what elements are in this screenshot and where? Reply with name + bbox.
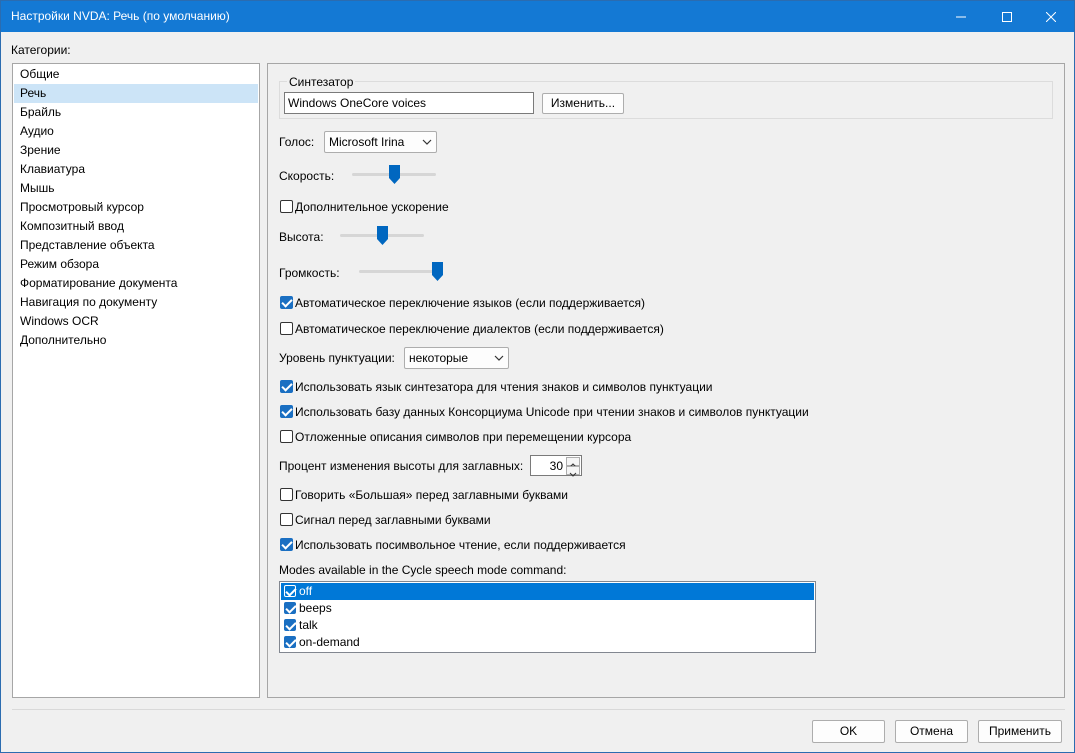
apply-button[interactable]: Применить <box>978 720 1062 743</box>
category-item[interactable]: Аудио <box>14 122 258 141</box>
cap-pitch-label: Процент изменения высоты для заглавных: <box>279 459 524 473</box>
category-item[interactable]: Навигация по документу <box>14 293 258 312</box>
maximize-button[interactable] <box>984 1 1030 32</box>
spin-up-button[interactable] <box>566 457 580 468</box>
mode-item[interactable]: off <box>281 583 814 600</box>
delayed-descriptions-checkbox[interactable] <box>280 430 293 443</box>
rate-slider[interactable] <box>352 165 436 185</box>
close-icon <box>1046 11 1056 22</box>
synth-symbols-label: Использовать язык синтезатора для чтения… <box>295 380 713 394</box>
mode-item[interactable]: on-demand <box>281 634 814 651</box>
minimize-button[interactable] <box>938 1 984 32</box>
categories-list[interactable]: Общие Речь Брайль Аудио Зрение Клавиатура Мышь… <box>12 63 260 698</box>
volume-slider[interactable] <box>359 262 443 282</box>
auto-language-checkbox[interactable] <box>280 296 293 309</box>
close-button[interactable] <box>1028 1 1074 32</box>
categories-label: Категории: <box>11 43 71 57</box>
voice-combo[interactable]: Microsoft Irina <box>324 131 437 153</box>
beep-cap-label: Сигнал перед заглавными буквами <box>295 513 491 527</box>
cap-pitch-value: 30 <box>549 459 563 473</box>
spelling-label: Использовать посимвольное чтение, если п… <box>295 538 626 552</box>
auto-dialect-label: Автоматическое переключение диалектов (е… <box>295 322 664 336</box>
beep-cap-checkbox[interactable] <box>280 513 293 526</box>
chevron-down-icon <box>494 355 504 361</box>
category-item[interactable]: Форматирование документа <box>14 274 258 293</box>
volume-label: Громкость: <box>279 266 340 280</box>
volume-slider-track <box>359 270 443 273</box>
synth-group-label: Синтезатор <box>287 75 356 89</box>
delayed-descriptions-label: Отложенные описания символов при перемещ… <box>295 430 632 444</box>
mode-checkbox[interactable] <box>284 619 296 631</box>
synth-name-field[interactable]: Windows OneCore voices <box>284 92 534 114</box>
rate-slider-thumb[interactable] <box>389 165 400 184</box>
category-item[interactable]: Зрение <box>14 141 258 160</box>
window-title: Настройки NVDA: Речь (по умолчанию) <box>11 9 230 23</box>
category-item[interactable]: Мышь <box>14 179 258 198</box>
category-item[interactable]: Windows OCR <box>14 312 258 331</box>
say-cap-checkbox[interactable] <box>280 488 293 501</box>
spin-down-button[interactable] <box>566 466 580 477</box>
chevron-down-icon <box>569 472 577 477</box>
mode-item[interactable]: beeps <box>281 600 814 617</box>
category-item[interactable]: Дополнительно <box>14 331 258 350</box>
spelling-checkbox[interactable] <box>280 538 293 551</box>
unicode-cldr-checkbox[interactable] <box>280 405 293 418</box>
mode-item[interactable]: talk <box>281 617 814 634</box>
rate-boost-label: Дополнительное ускорение <box>295 200 449 214</box>
mode-checkbox[interactable] <box>284 636 296 648</box>
pitch-slider[interactable] <box>340 226 424 246</box>
change-synth-button[interactable]: Изменить... <box>542 93 624 114</box>
category-item[interactable]: Клавиатура <box>14 160 258 179</box>
cap-pitch-spinner[interactable]: 30 <box>530 455 582 477</box>
category-item[interactable]: Общие <box>14 65 258 84</box>
category-item[interactable]: Просмотровый курсор <box>14 198 258 217</box>
voice-value: Microsoft Irina <box>329 135 405 149</box>
punctuation-combo[interactable]: некоторые <box>404 347 509 369</box>
category-item[interactable]: Режим обзора <box>14 255 258 274</box>
unicode-cldr-label: Использовать базу данных Консорциума Uni… <box>295 405 809 419</box>
punctuation-value: некоторые <box>409 351 469 365</box>
voice-label: Голос: <box>279 135 315 149</box>
mode-label: talk <box>299 618 318 632</box>
settings-window: Настройки NVDA: Речь (по умолчанию) Кате… <box>0 0 1075 753</box>
auto-dialect-checkbox[interactable] <box>280 322 293 335</box>
rate-boost-checkbox[interactable] <box>280 200 293 213</box>
punctuation-label: Уровень пунктуации: <box>279 351 395 365</box>
pitch-label: Высота: <box>279 230 324 244</box>
mode-checkbox[interactable] <box>284 585 296 597</box>
category-item[interactable]: Речь <box>14 84 258 103</box>
ok-button[interactable]: OK <box>812 720 885 743</box>
mode-label: beeps <box>299 601 332 615</box>
cancel-button[interactable]: Отмена <box>895 720 968 743</box>
footer-separator <box>12 709 1065 710</box>
volume-slider-thumb[interactable] <box>432 262 443 281</box>
category-item[interactable]: Композитный ввод <box>14 217 258 236</box>
modes-label: Modes available in the Cycle speech mode… <box>279 563 567 577</box>
chevron-down-icon <box>422 139 432 145</box>
auto-language-label: Автоматическое переключение языков (если… <box>295 296 646 310</box>
category-item[interactable]: Брайль <box>14 103 258 122</box>
category-item[interactable]: Представление объекта <box>14 236 258 255</box>
rate-label: Скорость: <box>279 169 335 183</box>
say-cap-label: Говорить «Большая» перед заглавными букв… <box>295 488 568 502</box>
title-bar[interactable]: Настройки NVDA: Речь (по умолчанию) <box>1 1 1074 32</box>
mode-label: on-demand <box>299 635 360 649</box>
minimize-icon <box>956 16 966 17</box>
mode-label: off <box>299 584 313 598</box>
mode-checkbox[interactable] <box>284 602 296 614</box>
maximize-icon <box>1002 11 1012 22</box>
synth-symbols-checkbox[interactable] <box>280 380 293 393</box>
speech-modes-list[interactable]: off beeps talk on-demand <box>279 581 816 653</box>
pitch-slider-thumb[interactable] <box>377 226 388 245</box>
